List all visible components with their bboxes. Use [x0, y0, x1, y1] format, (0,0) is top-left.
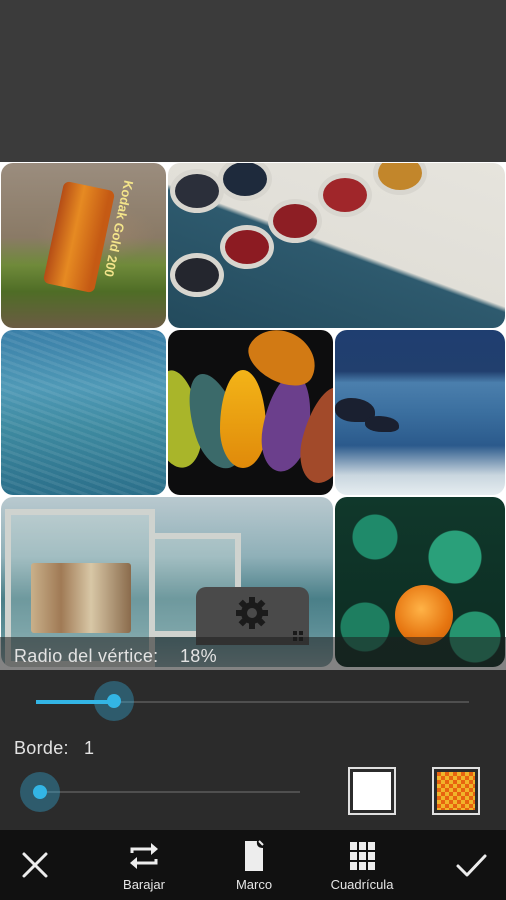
rock: [365, 416, 399, 432]
collage-photo-film-canister[interactable]: Kodak Gold 200: [1, 163, 166, 328]
paint-pan: [170, 169, 224, 213]
border-value: 1: [84, 738, 95, 758]
bottom-toolbar: Barajar Marco Cuadrícula: [0, 830, 506, 900]
border-label: Borde:: [14, 738, 69, 758]
cancel-button[interactable]: [8, 830, 62, 900]
frame-icon: [245, 839, 264, 871]
frame-button[interactable]: Marco: [214, 830, 294, 900]
close-icon: [22, 852, 48, 878]
settings-panel: Borde: 1: [0, 670, 506, 830]
paint-pan: [170, 253, 224, 297]
grid-icon: [350, 841, 375, 870]
shuffle-label: Barajar: [123, 876, 165, 892]
radius-slider-thumb[interactable]: [93, 681, 134, 721]
paint-pan: [373, 163, 427, 195]
radius-label-bar: Radio del vértice: 18%: [0, 637, 506, 670]
paint-pan: [268, 199, 322, 243]
check-icon: [456, 854, 487, 877]
pattern-fill: [437, 772, 475, 810]
frame-label: Marco: [235, 876, 273, 892]
background-pattern-swatch[interactable]: [432, 767, 480, 815]
radius-value: 18%: [180, 646, 217, 666]
border-slider-thumb[interactable]: [20, 772, 60, 812]
leaf: [220, 370, 266, 468]
background-color-swatch[interactable]: [348, 767, 396, 815]
grid-button[interactable]: Cuadrícula: [322, 830, 402, 900]
orange-leaf: [395, 585, 453, 645]
white-fill: [353, 772, 391, 810]
paint-pan: [220, 225, 274, 269]
top-empty-area: [0, 0, 506, 162]
miniature-houses: [31, 563, 131, 633]
shuffle-icon: [130, 842, 158, 869]
paint-pan: [318, 173, 372, 217]
film-canister: Kodak Gold 200: [42, 179, 136, 294]
confirm-button[interactable]: [444, 830, 498, 900]
shuffle-button[interactable]: Barajar: [104, 830, 184, 900]
film-canister-text: Kodak Gold 200: [101, 178, 137, 279]
radius-label: Radio del vértice:: [14, 646, 159, 666]
gear-icon: [236, 597, 268, 629]
collage-photo-coast-waves[interactable]: [335, 330, 505, 495]
grid-label: Cuadrícula: [330, 876, 394, 892]
collage-photo-watercolor-palette[interactable]: [168, 163, 505, 328]
border-slider-track[interactable]: [40, 791, 300, 793]
collage-photo-sea-grass[interactable]: [1, 330, 166, 495]
collage-photo-colored-leaves[interactable]: [168, 330, 333, 495]
paint-pan: [218, 163, 272, 201]
